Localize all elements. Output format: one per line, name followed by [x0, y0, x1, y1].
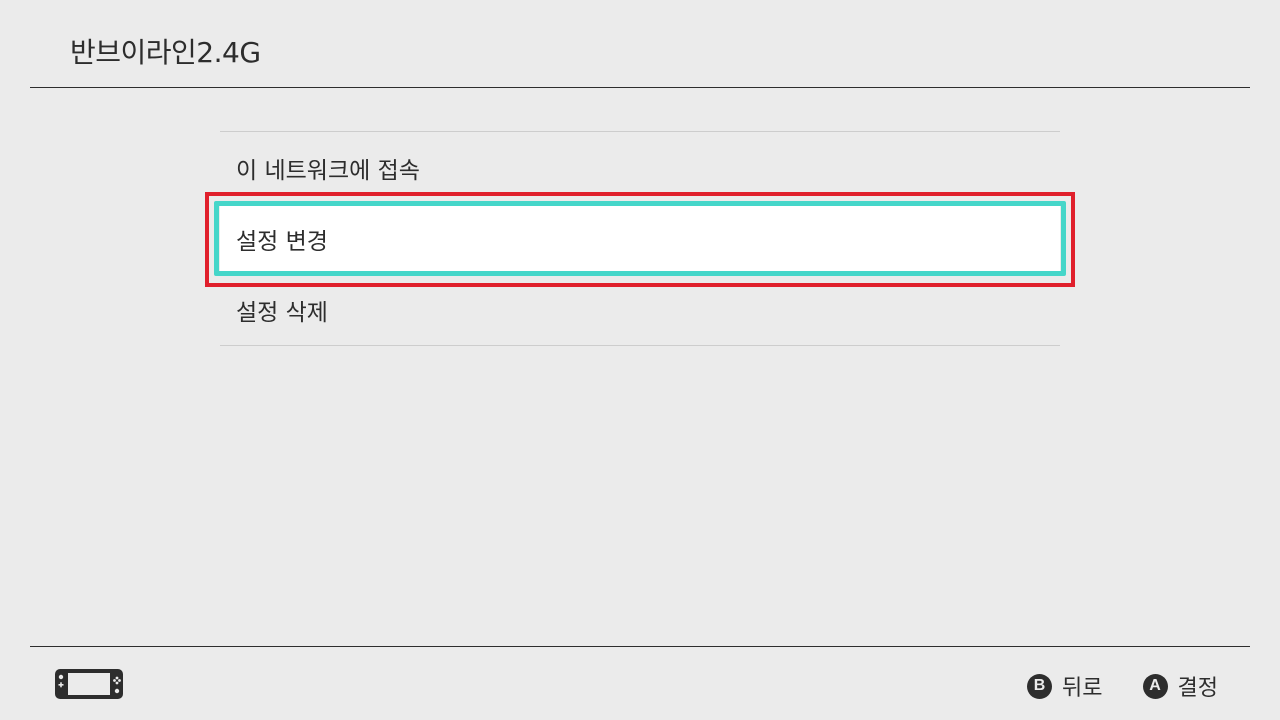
menu-item-label: 이 네트워크에 접속: [236, 157, 420, 184]
change-settings-option[interactable]: 설정 변경: [214, 201, 1066, 276]
menu-divider: [220, 345, 1060, 346]
delete-settings-option[interactable]: 설정 삭제: [220, 274, 1060, 345]
connect-to-network-option[interactable]: 이 네트워크에 접속: [220, 132, 1060, 203]
handheld-console-icon: [55, 669, 123, 699]
menu-item-label: 설정 변경: [236, 228, 328, 255]
menu-item-label: 설정 삭제: [236, 299, 328, 326]
header-divider: [30, 87, 1250, 88]
network-options-menu: 이 네트워크에 접속 설정 변경 설정 삭제: [214, 131, 1066, 346]
back-action[interactable]: B 뒤로: [1027, 670, 1103, 702]
a-button-icon: A: [1142, 673, 1168, 699]
confirm-action[interactable]: A 결정: [1142, 670, 1218, 702]
back-label: 뒤로: [1062, 676, 1103, 701]
footer-button-guide: B 뒤로 A 결정: [1027, 670, 1218, 702]
b-button-icon: B: [1027, 673, 1053, 699]
network-settings-screen: 반브이라인2.4G 이 네트워크에 접속 설정 변경 설정 삭제 B 뒤로 A …: [0, 0, 1280, 720]
confirm-label: 결정: [1177, 676, 1218, 701]
page-title: 반브이라인2.4G: [70, 36, 261, 69]
footer-divider: [30, 646, 1250, 647]
selection-cursor: [214, 201, 1066, 276]
